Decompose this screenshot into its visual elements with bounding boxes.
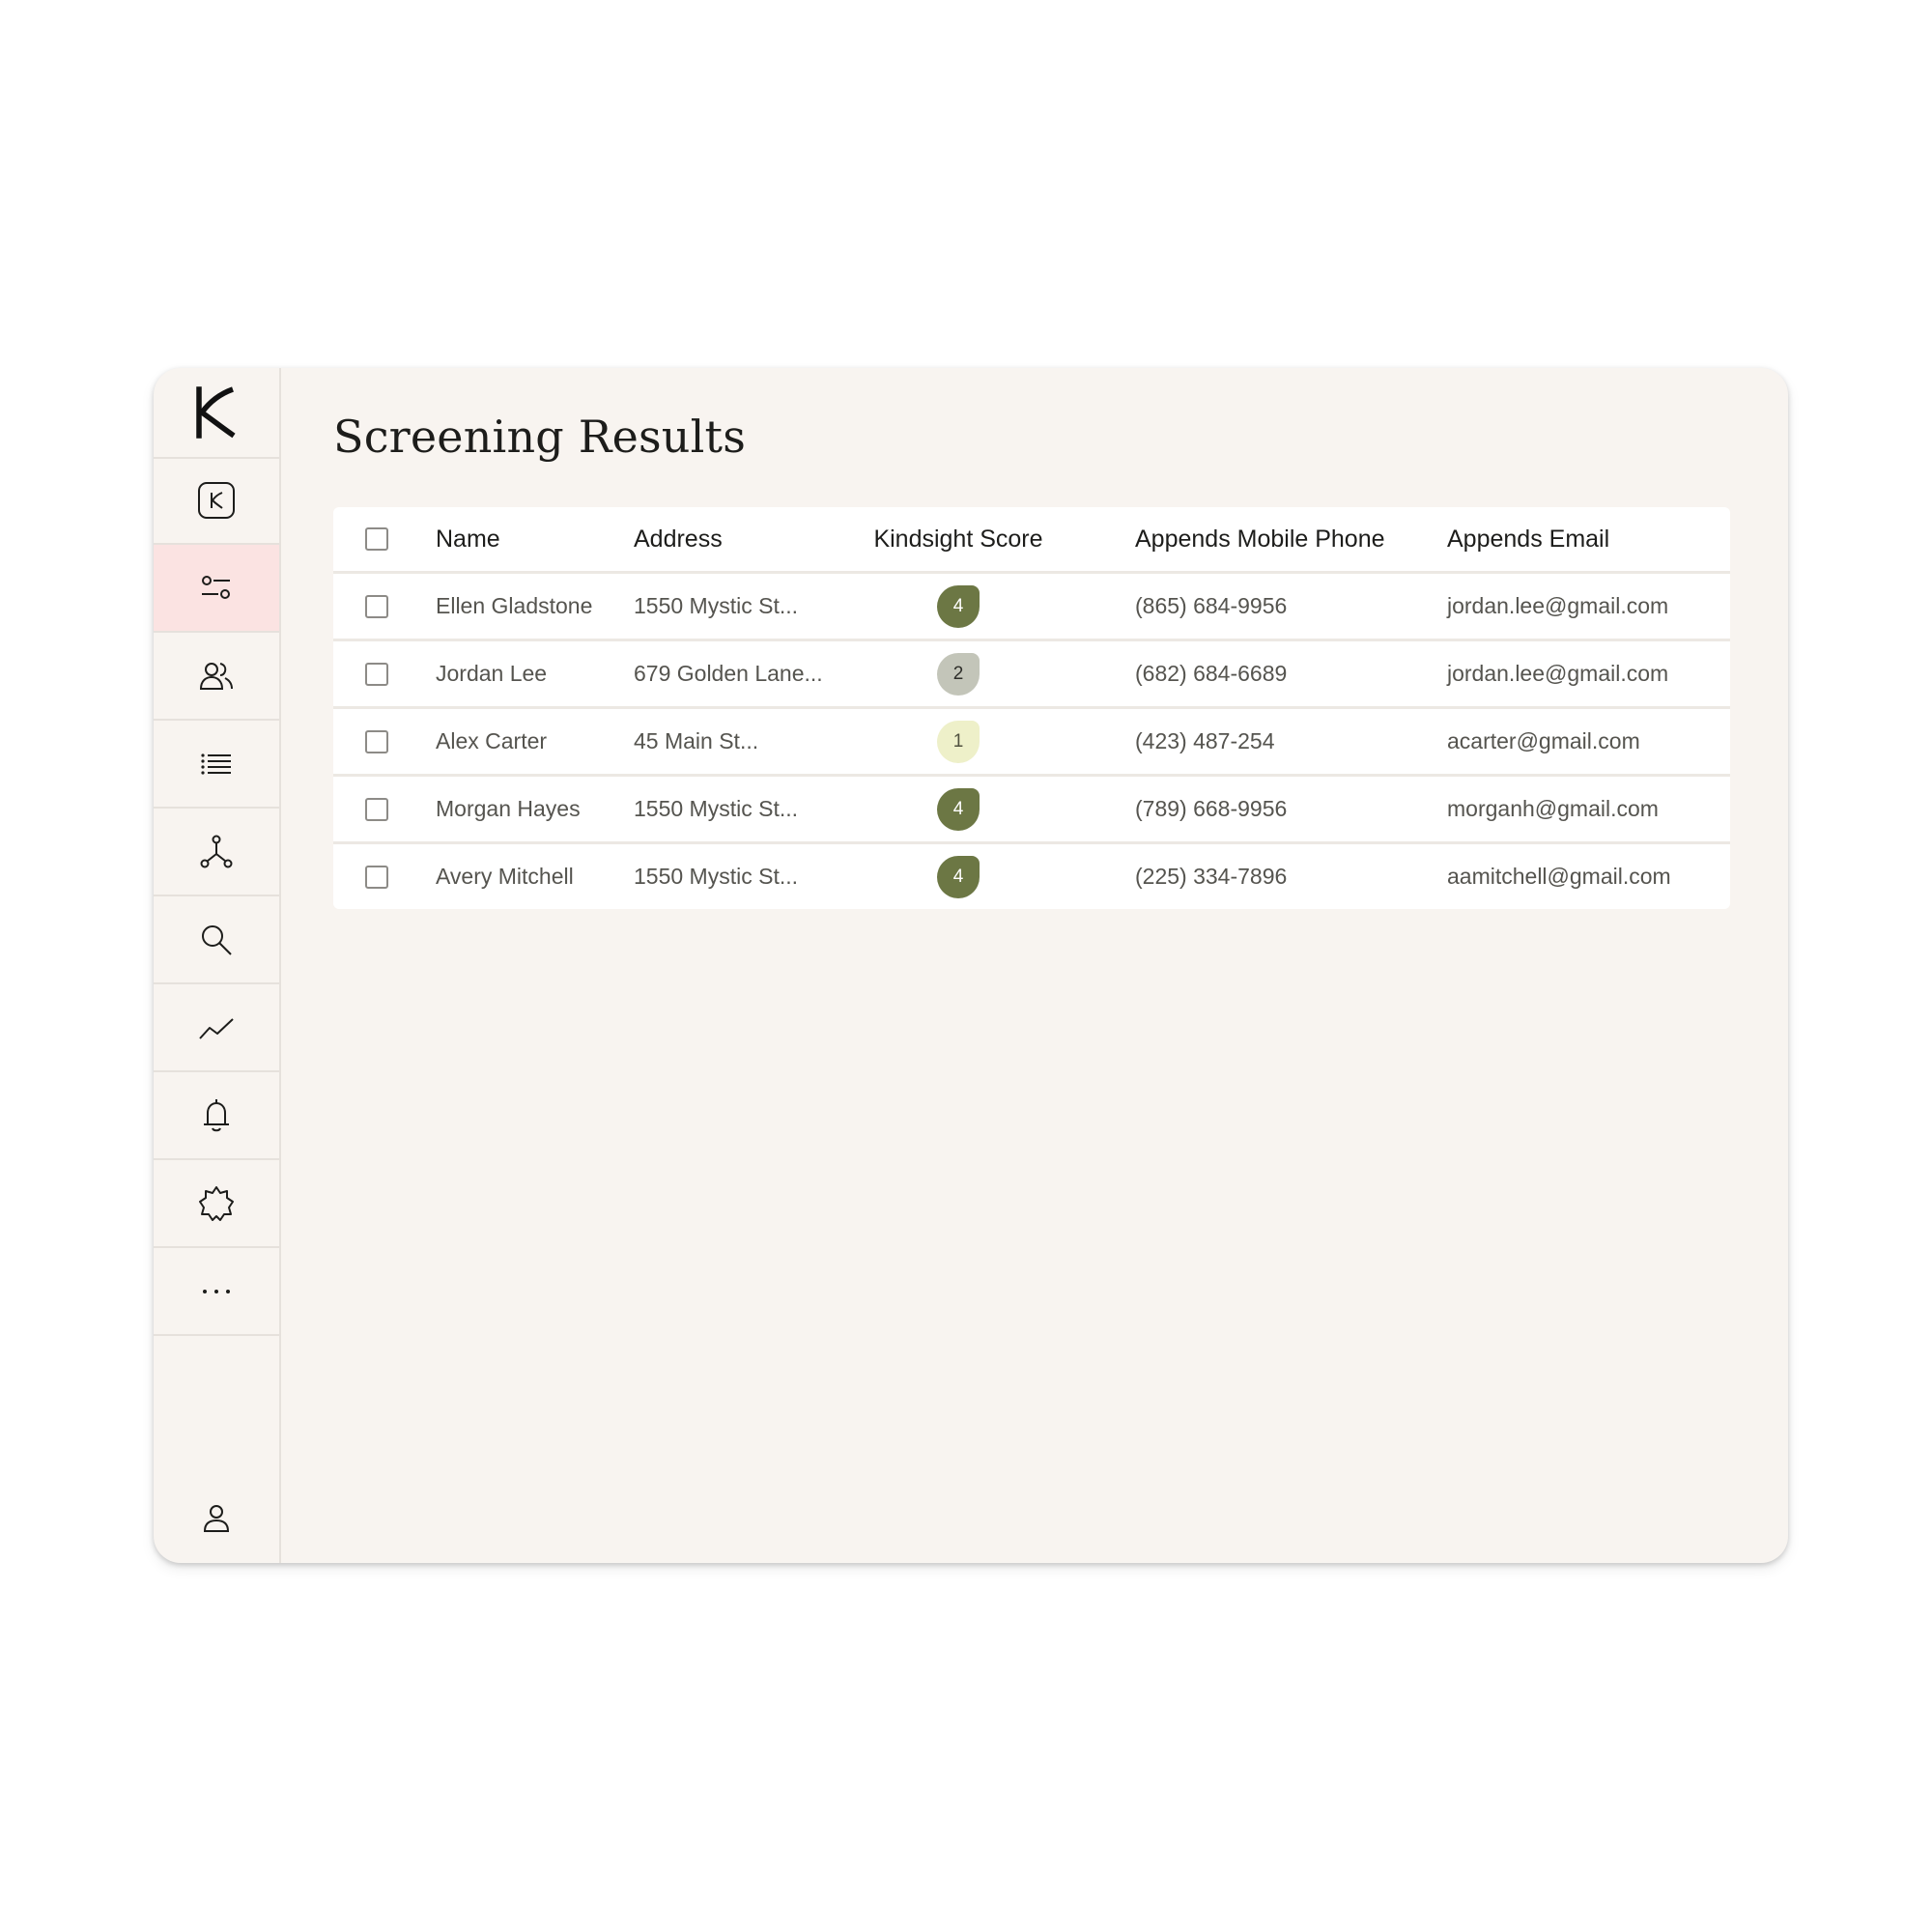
row-email: jordan.lee@gmail.com — [1447, 593, 1669, 618]
row-address: 1550 Mystic St... — [634, 796, 799, 821]
app-window: Screening Results Name Address Kindsight… — [154, 368, 1788, 1563]
row-name: Alex Carter — [436, 728, 548, 753]
more-icon — [203, 1289, 230, 1293]
sidebar-item-settings[interactable] — [154, 1160, 279, 1248]
sidebar-item-people[interactable] — [154, 633, 279, 721]
row-name: Jordan Lee — [436, 661, 548, 686]
row-checkbox[interactable] — [365, 662, 388, 686]
score-badge: 1 — [937, 720, 980, 763]
list-icon — [201, 753, 231, 775]
row-score-cell: 4 — [868, 574, 1048, 639]
row-checkbox[interactable] — [365, 865, 388, 889]
sidebar — [154, 368, 281, 1563]
user-icon — [203, 1505, 230, 1532]
score-badge: 2 — [937, 652, 980, 696]
sidebar-item-lists[interactable] — [154, 721, 279, 809]
sidebar-nav — [154, 457, 279, 1336]
row-score-cell: 1 — [868, 709, 1048, 774]
kindsight-logo[interactable] — [154, 368, 279, 459]
row-checkbox-cell — [363, 574, 390, 639]
row-address: 45 Main St... — [634, 728, 759, 753]
sidebar-item-notifications[interactable] — [154, 1072, 279, 1160]
page-title: Screening Results — [333, 411, 747, 463]
row-email: aamitchell@gmail.com — [1447, 864, 1671, 889]
row-checkbox-cell — [363, 777, 390, 841]
column-header-kindsight-score[interactable]: Kindsight Score — [868, 507, 1048, 571]
sidebar-item-integrations[interactable] — [154, 809, 279, 896]
column-header-name[interactable]: Name — [436, 507, 500, 571]
kindsight-logo-icon — [196, 386, 236, 439]
row-score-cell: 4 — [868, 844, 1048, 909]
row-checkbox[interactable] — [365, 729, 388, 753]
score-badge: 4 — [937, 584, 980, 628]
header-checkbox-cell — [363, 507, 390, 571]
row-name: Avery Mitchell — [436, 864, 574, 889]
column-header-address[interactable]: Address — [634, 507, 723, 571]
row-checkbox-cell — [363, 844, 390, 909]
score-badge: 4 — [937, 855, 980, 898]
network-icon — [200, 835, 233, 867]
sidebar-item-kindsight-app[interactable] — [154, 457, 279, 545]
row-score-cell: 2 — [868, 641, 1048, 706]
search-icon — [202, 924, 232, 955]
sidebar-item-search[interactable] — [154, 896, 279, 984]
gear-icon — [199, 1185, 234, 1221]
sliders-icon — [202, 575, 230, 599]
score-badge: 4 — [937, 787, 980, 831]
row-checkbox[interactable] — [365, 594, 388, 618]
row-address: 679 Golden Lane... — [634, 661, 823, 686]
select-all-checkbox[interactable] — [365, 527, 388, 551]
row-checkbox-cell — [363, 709, 390, 774]
row-phone: (423) 487-254 — [1135, 728, 1275, 753]
screening-results-table: Name Address Kindsight Score Appends Mob… — [333, 507, 1730, 909]
column-header-mobile-phone[interactable]: Appends Mobile Phone — [1135, 507, 1385, 571]
row-phone: (682) 684-6689 — [1135, 661, 1288, 686]
row-address: 1550 Mystic St... — [634, 864, 799, 889]
row-phone: (225) 334-7896 — [1135, 864, 1288, 889]
table-row[interactable]: Morgan Hayes 1550 Mystic St... 4 (789) 6… — [333, 777, 1730, 844]
table-row[interactable]: Avery Mitchell 1550 Mystic St... 4 (225)… — [333, 844, 1730, 909]
trend-icon — [199, 1017, 234, 1039]
column-header-email[interactable]: Appends Email — [1447, 507, 1609, 571]
sidebar-item-more[interactable] — [154, 1248, 279, 1336]
row-phone: (789) 668-9956 — [1135, 796, 1288, 821]
k-badge-icon — [198, 481, 235, 519]
table-row[interactable]: Jordan Lee 679 Golden Lane... 2 (682) 68… — [333, 641, 1730, 709]
table-row[interactable]: Ellen Gladstone 1550 Mystic St... 4 (865… — [333, 574, 1730, 641]
row-name: Morgan Hayes — [436, 796, 581, 821]
row-email: acarter@gmail.com — [1447, 728, 1640, 753]
sidebar-item-filters[interactable] — [154, 545, 279, 633]
row-email: jordan.lee@gmail.com — [1447, 661, 1669, 686]
row-checkbox[interactable] — [365, 797, 388, 821]
row-email: morganh@gmail.com — [1447, 796, 1659, 821]
row-address: 1550 Mystic St... — [634, 593, 799, 618]
profile-button[interactable] — [154, 1499, 279, 1538]
bell-icon — [204, 1098, 229, 1131]
row-score-cell: 4 — [868, 777, 1048, 841]
table-header-row: Name Address Kindsight Score Appends Mob… — [333, 507, 1730, 574]
sidebar-item-analytics[interactable] — [154, 984, 279, 1072]
row-name: Ellen Gladstone — [436, 593, 593, 618]
row-phone: (865) 684-9956 — [1135, 593, 1288, 618]
users-icon — [199, 662, 233, 690]
table-row[interactable]: Alex Carter 45 Main St... 1 (423) 487-25… — [333, 709, 1730, 777]
row-checkbox-cell — [363, 641, 390, 706]
